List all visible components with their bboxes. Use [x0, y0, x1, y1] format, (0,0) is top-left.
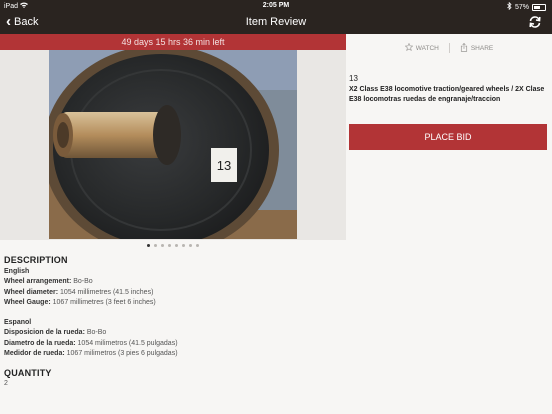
- pagination-dot[interactable]: [168, 243, 171, 247]
- watch-button[interactable]: WATCH: [395, 42, 449, 53]
- star-icon: [404, 42, 414, 53]
- detail-row: Wheel arrangement: Bo-Bo: [4, 277, 344, 288]
- page-title: Item Review: [245, 16, 307, 28]
- detail-row: Wheel Gauge: 1067 millimetres (3 feet 6 …: [4, 298, 344, 309]
- quantity-heading: QUANTITY: [4, 367, 52, 378]
- pagination-dot[interactable]: [182, 243, 185, 247]
- photo-lot-tag: 13: [217, 158, 231, 173]
- share-label: SHARE: [470, 44, 494, 52]
- detail-key: Medidor de rueda:: [4, 350, 65, 357]
- detail-value: Bo-Bo: [73, 278, 93, 285]
- item-details: DESCRIPTION English Wheel arrangement: B…: [4, 255, 344, 390]
- nav-bar: ‹ Back Item Review: [0, 12, 552, 34]
- refresh-icon[interactable]: [528, 15, 542, 29]
- description-heading: DESCRIPTION: [4, 255, 68, 265]
- detail-key: Wheel diameter:: [4, 288, 59, 296]
- detail-row: Wheel diameter: 1054 millimetres (41.5 i…: [4, 288, 344, 299]
- status-time: 2:05 PM: [262, 2, 290, 9]
- time-left-banner: 49 days 15 hrs 36 min left: [0, 34, 346, 50]
- detail-value: Bo-Bo: [86, 329, 107, 336]
- photo-gallery[interactable]: 13: [0, 50, 346, 240]
- pagination-dot[interactable]: [196, 243, 199, 247]
- share-button[interactable]: SHARE: [450, 42, 503, 54]
- pagination-dot[interactable]: [189, 243, 192, 247]
- detail-value: 1067 millimetres (3 feet 6 inches): [52, 299, 156, 306]
- detail-key: Disposicion de la rueda:: [4, 329, 85, 336]
- detail-value: 1067 milimetros (3 pies 6 pulgadas): [66, 350, 178, 357]
- detail-row: Medidor de rueda: 1067 milimetros (3 pie…: [4, 349, 344, 360]
- quantity-value: 2: [4, 380, 8, 387]
- detail-key: Wheel Gauge:: [4, 299, 51, 306]
- pagination-dot[interactable]: [147, 243, 150, 247]
- detail-value: 1054 milimetros (41.5 pulgadas): [77, 339, 178, 347]
- english-label: English: [4, 267, 30, 275]
- watch-label: WATCH: [415, 44, 439, 52]
- item-summary: WATCH SHARE 13 X2 Class E38 locomotive t…: [346, 34, 552, 234]
- battery-percent: 57%: [514, 3, 529, 11]
- gallery-pagination[interactable]: [0, 241, 346, 249]
- status-bar: iPad 2:05 PM 57%: [0, 0, 552, 12]
- lot-number: 13: [349, 74, 358, 83]
- wheel-image: 13: [49, 50, 297, 239]
- share-icon: [460, 42, 468, 54]
- spanish-label: Espanol: [4, 318, 32, 326]
- action-bar: WATCH SHARE: [346, 40, 552, 56]
- item-photo[interactable]: 13: [49, 50, 297, 239]
- detail-key: Diametro de la rueda:: [4, 339, 76, 347]
- pagination-dot[interactable]: [161, 243, 164, 247]
- bluetooth-icon: [507, 1, 512, 12]
- pagination-dot[interactable]: [154, 243, 157, 247]
- pagination-dot[interactable]: [175, 243, 178, 247]
- detail-value: 1054 millimetres (41.5 inches): [60, 288, 154, 296]
- detail-key: Wheel arrangement:: [4, 278, 72, 285]
- detail-row: Diametro de la rueda: 1054 milimetros (4…: [4, 339, 344, 350]
- detail-row: Disposicion de la rueda: Bo-Bo: [4, 328, 344, 339]
- place-bid-button[interactable]: PLACE BID: [349, 124, 547, 150]
- battery-icon: [532, 3, 546, 11]
- lot-title: X2 Class E38 locomotive traction/geared …: [349, 86, 545, 103]
